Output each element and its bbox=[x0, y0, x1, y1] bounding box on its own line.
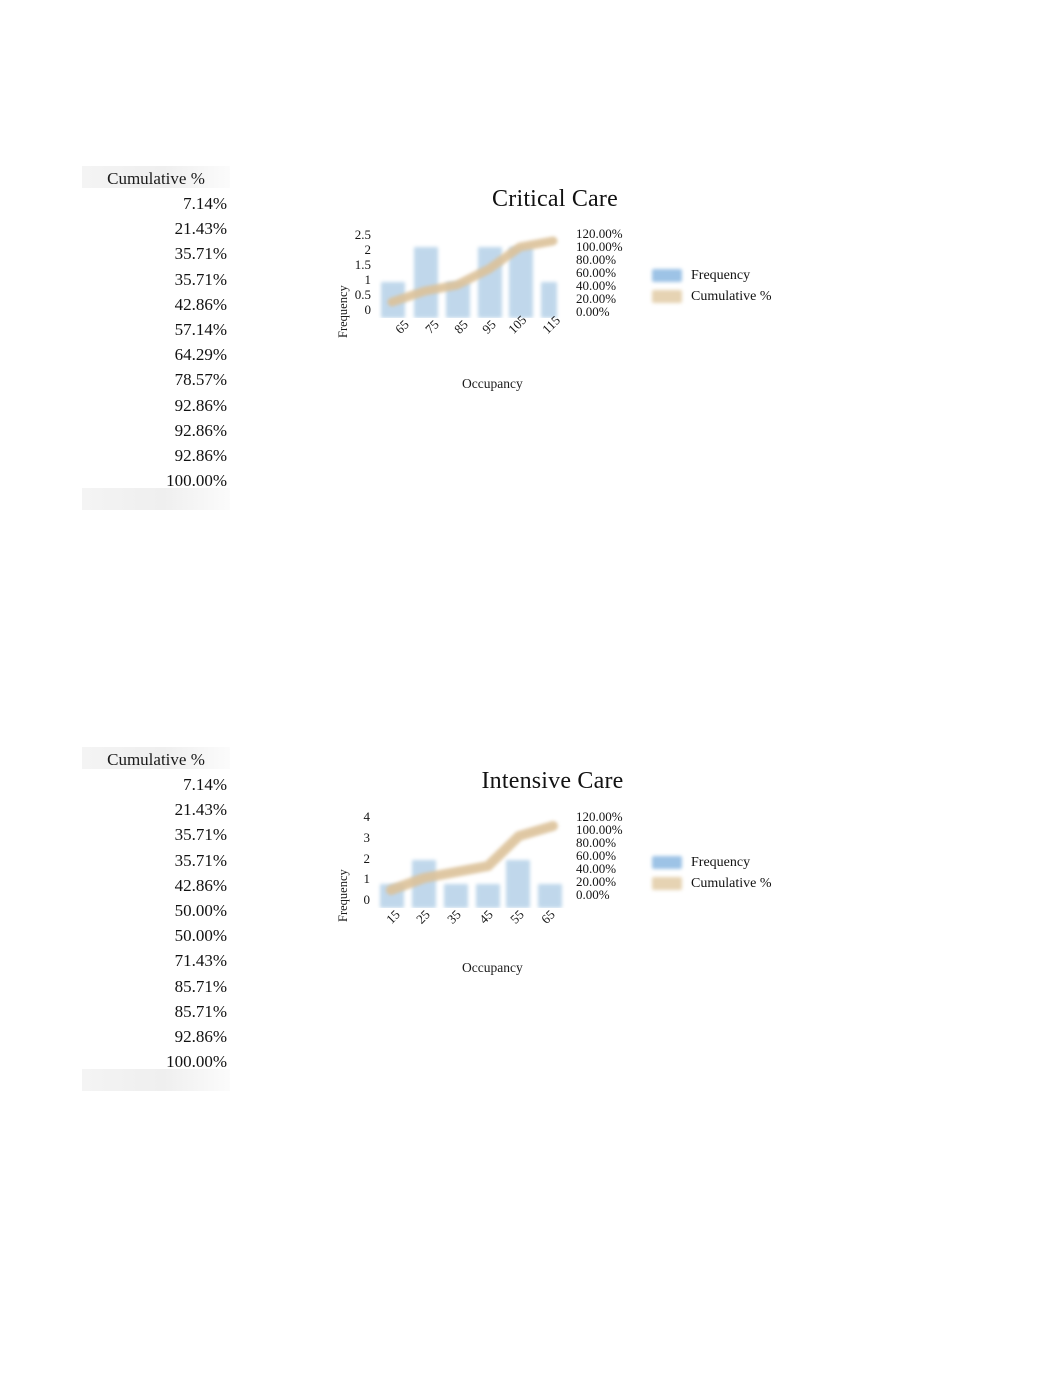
cumulative-percent-table-critical-care: Cumulative % 7.14% 21.43% 35.71% 35.71% … bbox=[82, 166, 230, 510]
y-tick: 2.5 bbox=[354, 227, 371, 242]
legend-swatch-frequency-icon bbox=[652, 269, 682, 282]
table-cell[interactable]: 35.71% bbox=[82, 241, 230, 266]
x-tick: 95 bbox=[479, 316, 499, 337]
x-tick: 55 bbox=[507, 906, 527, 927]
y-tick: 0 bbox=[363, 892, 371, 907]
y-axis-tick-labels-frequency: 2.5 2 1.5 1 0.5 0 bbox=[345, 228, 371, 316]
plot-area-intensive-care bbox=[376, 808, 572, 908]
table-cell[interactable]: 92.86% bbox=[82, 1024, 230, 1049]
y-tick: 4 bbox=[363, 809, 371, 824]
table-cell[interactable]: 7.14% bbox=[82, 772, 230, 797]
legend-swatch-cumulative-icon bbox=[652, 877, 682, 890]
chart-legend-critical-care: Frequency Cumulative % bbox=[652, 265, 772, 307]
x-tick: 75 bbox=[422, 316, 442, 337]
cumulative-percent-table-intensive-care: Cumulative % 7.14% 21.43% 35.71% 35.71% … bbox=[82, 747, 230, 1091]
x-tick: 85 bbox=[451, 316, 471, 337]
y-tick: 1 bbox=[363, 871, 371, 887]
table-cell[interactable]: 50.00% bbox=[82, 923, 230, 948]
table-cell[interactable]: 85.71% bbox=[82, 999, 230, 1024]
table-cell[interactable]: 57.14% bbox=[82, 317, 230, 342]
table-cell[interactable]: 21.43% bbox=[82, 216, 230, 241]
legend-label: Cumulative % bbox=[691, 288, 772, 304]
y-tick: 1 bbox=[364, 272, 372, 287]
y-tick: 1.5 bbox=[354, 257, 371, 272]
legend-item-cumulative-percent[interactable]: Cumulative % bbox=[652, 286, 772, 307]
x-tick: 65 bbox=[538, 906, 558, 927]
table-cell[interactable]: 21.43% bbox=[82, 797, 230, 822]
cumulative-percent-line bbox=[386, 821, 558, 895]
x-tick: 35 bbox=[444, 906, 464, 927]
y-tick: 2 bbox=[363, 850, 371, 866]
y-tick: 0 bbox=[364, 302, 372, 317]
legend-item-frequency[interactable]: Frequency bbox=[652, 852, 772, 873]
x-axis-title-occupancy: Occupancy bbox=[462, 960, 523, 975]
table-cell[interactable]: 35.71% bbox=[82, 267, 230, 292]
cumulative-percent-cells-intensive-care: 7.14% 21.43% 35.71% 35.71% 42.86% 50.00%… bbox=[82, 772, 230, 1074]
legend-label: Frequency bbox=[691, 854, 751, 870]
table-cell[interactable]: 100.00% bbox=[82, 468, 230, 493]
x-axis-tick-labels-occupancy: 65 75 85 95 105 115 bbox=[378, 312, 571, 354]
y-axis-title-frequency: Frequency bbox=[336, 869, 350, 922]
y-tick: 3 bbox=[363, 829, 371, 845]
x-tick: 25 bbox=[413, 906, 433, 927]
legend-label: Frequency bbox=[691, 267, 751, 283]
plot-area-critical-care bbox=[378, 226, 571, 318]
cumulative-percent-line bbox=[387, 236, 558, 307]
x-axis-tick-labels-occupancy: 15 25 35 45 55 65 bbox=[376, 907, 572, 944]
chart-title-intensive-care: Intensive Care bbox=[481, 768, 624, 794]
table-cell[interactable]: 100.00% bbox=[82, 1049, 230, 1074]
y2-tick: 0.00% bbox=[576, 304, 610, 319]
x-tick: 65 bbox=[392, 316, 412, 337]
x-axis-title-occupancy: Occupancy bbox=[462, 376, 523, 391]
table-cell[interactable]: 42.86% bbox=[82, 873, 230, 898]
table-cell[interactable]: 92.86% bbox=[82, 393, 230, 418]
secondary-y-axis-tick-labels: 120.00% 100.00% 80.00% 60.00% 40.00% 20.… bbox=[576, 810, 648, 902]
table-cell[interactable]: 50.00% bbox=[82, 898, 230, 923]
chart-critical-care[interactable]: Critical Care Frequency 2.5 2 1.5 1 0.5 … bbox=[320, 180, 820, 400]
x-tick: 45 bbox=[476, 906, 496, 927]
y-axis-tick-labels-frequency: 4 3 2 1 0 bbox=[350, 809, 371, 907]
legend-item-frequency[interactable]: Frequency bbox=[652, 265, 772, 286]
cumulative-percent-cells-critical-care: 7.14% 21.43% 35.71% 35.71% 42.86% 57.14%… bbox=[82, 191, 230, 493]
secondary-y-axis-tick-labels: 120.00% 100.00% 80.00% 60.00% 40.00% 20.… bbox=[576, 227, 648, 319]
legend-item-cumulative-percent[interactable]: Cumulative % bbox=[652, 873, 772, 894]
table-cell[interactable]: 64.29% bbox=[82, 342, 230, 367]
legend-swatch-cumulative-icon bbox=[652, 290, 682, 303]
table-cell[interactable]: 92.86% bbox=[82, 443, 230, 468]
table-cell[interactable]: 71.43% bbox=[82, 948, 230, 973]
y-tick: 2 bbox=[364, 242, 372, 257]
table-cell[interactable]: 92.86% bbox=[82, 418, 230, 443]
table-cell[interactable]: 35.71% bbox=[82, 822, 230, 847]
chart-intensive-care[interactable]: Intensive Care Frequency 4 3 2 1 0 15 25… bbox=[320, 762, 820, 992]
y-tick: 0.5 bbox=[354, 287, 371, 302]
table-cell[interactable]: 35.71% bbox=[82, 848, 230, 873]
chart-title-critical-care: Critical Care bbox=[492, 186, 618, 212]
spreadsheet-canvas: Cumulative % 7.14% 21.43% 35.71% 35.71% … bbox=[0, 0, 1062, 1376]
legend-label: Cumulative % bbox=[691, 875, 772, 891]
table-cell[interactable]: 85.71% bbox=[82, 974, 230, 999]
table-cell[interactable]: 78.57% bbox=[82, 367, 230, 392]
y2-tick: 0.00% bbox=[576, 887, 610, 902]
legend-swatch-frequency-icon bbox=[652, 856, 682, 869]
table-cell[interactable]: 42.86% bbox=[82, 292, 230, 317]
column-header-cumulative-percent: Cumulative % bbox=[107, 750, 205, 769]
table-cell[interactable]: 7.14% bbox=[82, 191, 230, 216]
chart-legend-intensive-care: Frequency Cumulative % bbox=[652, 852, 772, 894]
column-header-cumulative-percent: Cumulative % bbox=[107, 169, 205, 188]
x-tick: 15 bbox=[383, 906, 403, 927]
